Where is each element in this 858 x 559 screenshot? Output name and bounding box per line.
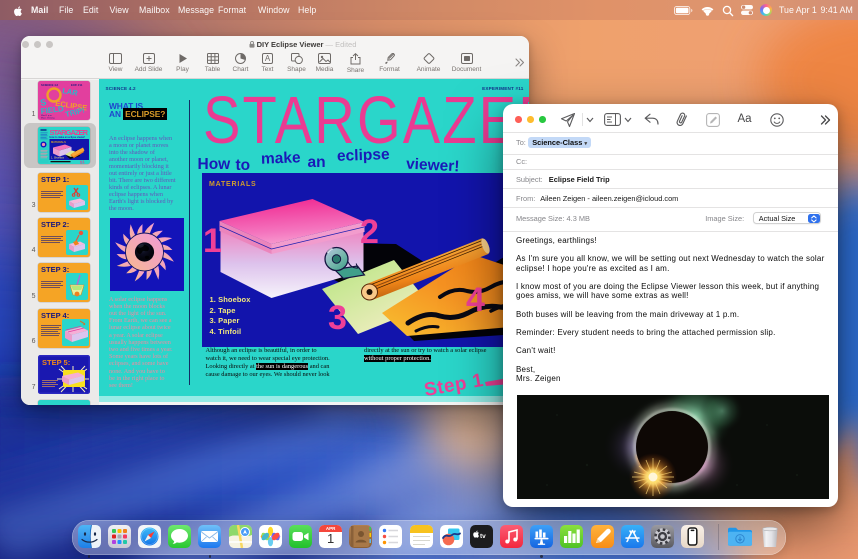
svg-text:STEP 4:: STEP 4: xyxy=(41,311,69,320)
svg-text:EXP. #11: EXP. #11 xyxy=(71,83,83,87)
svg-text:SCIENCE 4.2: SCIENCE 4.2 xyxy=(41,83,59,87)
svg-text:LAR: LAR xyxy=(61,86,78,98)
svg-text:STEP 2:: STEP 2: xyxy=(41,220,69,229)
svg-text:1. Shoebox: 1. Shoebox xyxy=(51,155,65,159)
svg-text:MATERIALS: MATERIALS xyxy=(51,139,66,143)
svg-text:Mass Viewing: Mass Viewing xyxy=(41,117,55,119)
svg-text:A: A xyxy=(265,54,271,63)
svg-text:STEP 5:: STEP 5: xyxy=(42,358,70,367)
svg-text:How to make an eclipse viewer!: How to make an eclipse viewer! xyxy=(49,135,85,138)
svg-text:STEP 1:: STEP 1: xyxy=(41,175,69,184)
svg-text:tv: tv xyxy=(480,533,486,540)
svg-text:STEP 3:: STEP 3: xyxy=(41,265,69,274)
